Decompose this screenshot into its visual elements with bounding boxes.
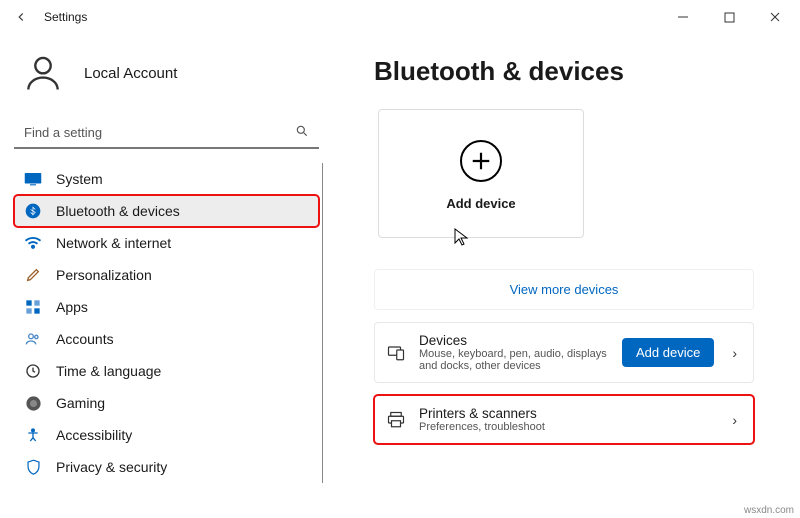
sidebar-item-label: Network & internet — [56, 235, 171, 251]
page-title: Bluetooth & devices — [374, 56, 766, 87]
nav: System Bluetooth & devices Network & int… — [14, 163, 319, 483]
sidebar: Local Account Find a setting System Blue… — [0, 34, 330, 518]
titlebar: Settings — [0, 0, 800, 34]
shield-icon — [24, 458, 42, 476]
sidebar-item-label: Personalization — [56, 267, 152, 283]
search-input[interactable]: Find a setting — [14, 118, 319, 149]
sidebar-item-label: Gaming — [56, 395, 105, 411]
accounts-icon — [24, 330, 42, 348]
close-button[interactable] — [752, 2, 798, 32]
sidebar-item-personalization[interactable]: Personalization — [14, 259, 319, 291]
row-title: Printers & scanners — [419, 406, 714, 421]
avatar-icon — [20, 50, 66, 96]
search-icon — [295, 124, 309, 141]
sidebar-item-label: Privacy & security — [56, 459, 167, 475]
window-title: Settings — [44, 10, 87, 24]
nav-divider — [322, 163, 323, 483]
sidebar-item-label: Bluetooth & devices — [56, 203, 180, 219]
chevron-right-icon[interactable]: › — [728, 345, 741, 361]
sidebar-item-label: Accessibility — [56, 427, 132, 443]
sidebar-item-label: System — [56, 171, 103, 187]
watermark: wsxdn.com — [744, 505, 794, 516]
accessibility-icon — [24, 426, 42, 444]
sidebar-item-system[interactable]: System — [14, 163, 319, 195]
sidebar-item-privacy-security[interactable]: Privacy & security — [14, 451, 319, 483]
clock-icon — [24, 362, 42, 380]
minimize-button[interactable] — [660, 2, 706, 32]
devices-row[interactable]: Devices Mouse, keyboard, pen, audio, dis… — [374, 322, 754, 383]
account-name: Local Account — [84, 65, 177, 82]
view-more-devices-link[interactable]: View more devices — [374, 269, 754, 310]
row-subtitle: Preferences, troubleshoot — [419, 421, 714, 433]
sidebar-item-network[interactable]: Network & internet — [14, 227, 319, 259]
add-device-tile[interactable]: Add device — [378, 109, 584, 238]
add-device-label: Add device — [446, 196, 515, 211]
sidebar-item-label: Apps — [56, 299, 88, 315]
sidebar-item-accessibility[interactable]: Accessibility — [14, 419, 319, 451]
account-block[interactable]: Local Account — [14, 40, 319, 118]
main-content: Bluetooth & devices Add device View more… — [330, 34, 800, 518]
search-placeholder: Find a setting — [24, 125, 102, 140]
row-title: Devices — [419, 333, 608, 348]
chevron-right-icon[interactable]: › — [728, 412, 741, 428]
brush-icon — [24, 266, 42, 284]
sidebar-item-label: Time & language — [56, 363, 161, 379]
gaming-icon — [24, 394, 42, 412]
maximize-button[interactable] — [706, 2, 752, 32]
devices-icon — [387, 344, 405, 362]
bluetooth-icon — [24, 202, 42, 220]
apps-icon — [24, 298, 42, 316]
sidebar-item-gaming[interactable]: Gaming — [14, 387, 319, 419]
wifi-icon — [24, 234, 42, 252]
add-device-button[interactable]: Add device — [622, 338, 714, 367]
printer-icon — [387, 411, 405, 429]
printers-scanners-row[interactable]: Printers & scanners Preferences, trouble… — [374, 395, 754, 444]
plus-icon — [460, 140, 502, 182]
sidebar-item-time-language[interactable]: Time & language — [14, 355, 319, 387]
row-subtitle: Mouse, keyboard, pen, audio, displays an… — [419, 348, 608, 372]
cursor-icon — [454, 228, 800, 253]
sidebar-item-apps[interactable]: Apps — [14, 291, 319, 323]
back-icon[interactable] — [14, 10, 28, 24]
sidebar-item-label: Accounts — [56, 331, 114, 347]
sidebar-item-accounts[interactable]: Accounts — [14, 323, 319, 355]
system-icon — [24, 170, 42, 188]
sidebar-item-bluetooth-devices[interactable]: Bluetooth & devices — [14, 195, 319, 227]
